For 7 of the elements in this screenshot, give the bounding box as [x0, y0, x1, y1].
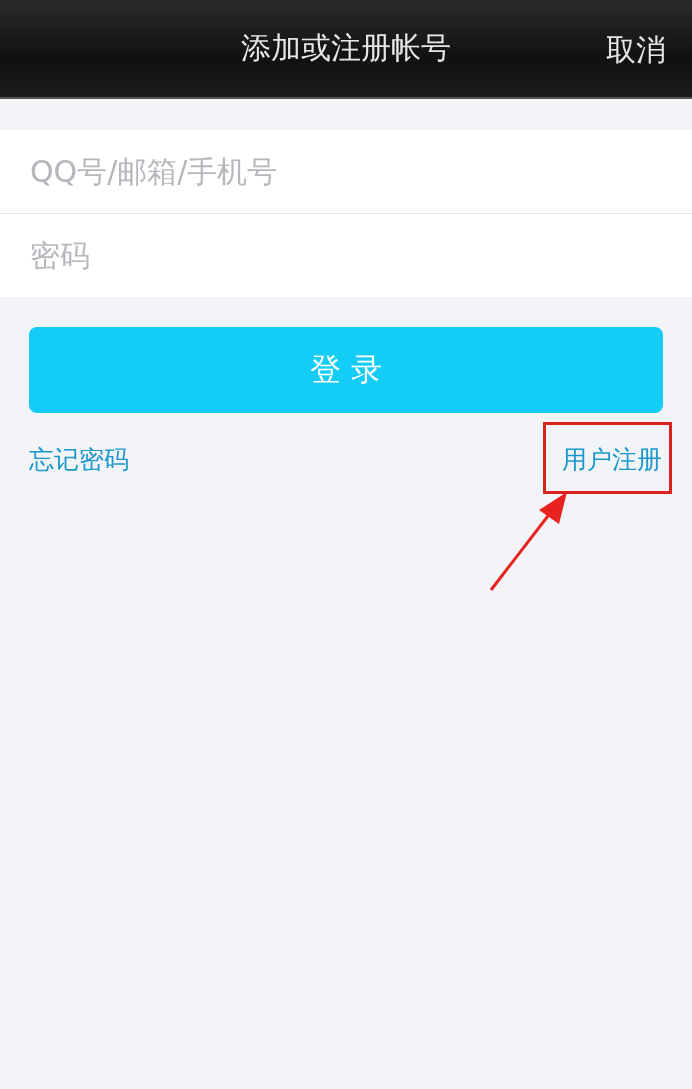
- register-link[interactable]: 用户注册: [562, 443, 662, 476]
- input-field[interactable]: 密码: [0, 214, 692, 297]
- cancel-button[interactable]: 取消: [606, 30, 666, 71]
- input-field[interactable]: QQ号/邮箱/手机号: [0, 130, 692, 213]
- forgot-password-link[interactable]: 忘记密码: [29, 443, 129, 476]
- window-title: 添加或注册帐号: [241, 29, 451, 67]
- login-button[interactable]: 登 录: [29, 327, 663, 413]
